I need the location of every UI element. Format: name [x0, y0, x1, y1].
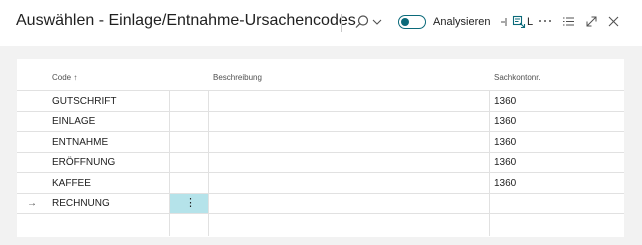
- filter-label[interactable]: L: [527, 16, 533, 28]
- filter-icon[interactable]: [512, 15, 526, 29]
- row-line: [17, 111, 624, 112]
- header-bottom-line: [17, 90, 624, 91]
- toggle-knob: [401, 18, 409, 26]
- cell-account[interactable]: 1360: [494, 137, 516, 148]
- current-row-arrow-icon: →: [27, 198, 37, 209]
- column-header-code[interactable]: Code ↑: [52, 73, 77, 82]
- row-line: [17, 152, 624, 153]
- cell-account[interactable]: 1360: [494, 178, 516, 189]
- header-divider: [341, 14, 342, 32]
- cell-account[interactable]: 1360: [494, 116, 516, 127]
- results-grid: [17, 59, 624, 237]
- row-line: [17, 193, 624, 194]
- analyze-label: Analysieren: [433, 16, 491, 28]
- chevron-down-icon[interactable]: [372, 17, 382, 27]
- cell-code[interactable]: ENTNAHME: [52, 137, 108, 148]
- column-header-account[interactable]: Sachkontonr.: [494, 73, 541, 82]
- analyze-toggle[interactable]: [398, 15, 426, 29]
- cell-account[interactable]: 1360: [494, 157, 516, 168]
- cell-code[interactable]: ERÖFFNUNG: [52, 157, 115, 168]
- more-options-icon[interactable]: [538, 17, 552, 25]
- cell-code[interactable]: RECHNUNG: [52, 198, 110, 209]
- column-divider: [169, 90, 170, 236]
- cell-code[interactable]: EINLAGE: [52, 116, 95, 127]
- cell-account[interactable]: 1360: [494, 96, 516, 107]
- row-line: [17, 213, 624, 214]
- column-divider: [489, 90, 490, 236]
- page-title: Auswählen - Einlage/Entnahme-Ursachencod…: [16, 12, 356, 29]
- row-actions-icon[interactable]: ⋮: [185, 197, 196, 209]
- cell-code[interactable]: KAFFEE: [52, 178, 91, 189]
- column-header-description[interactable]: Beschreibung: [213, 73, 262, 82]
- search-icon[interactable]: [354, 14, 370, 30]
- column-divider: [208, 90, 209, 236]
- expand-icon[interactable]: [585, 15, 598, 28]
- divider-mark-icon: [501, 18, 507, 26]
- list-view-icon[interactable]: [562, 15, 575, 28]
- close-icon[interactable]: [607, 15, 620, 28]
- row-line: [17, 172, 624, 173]
- cell-code[interactable]: GUTSCHRIFT: [52, 96, 116, 107]
- row-line: [17, 131, 624, 132]
